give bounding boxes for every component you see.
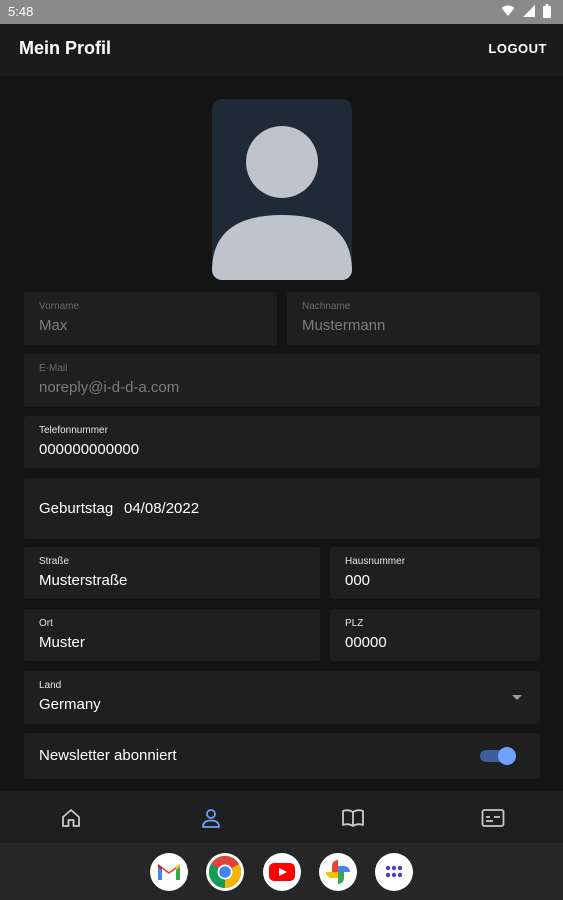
status-icons xyxy=(501,4,551,18)
ort-value: Muster xyxy=(39,634,85,651)
telefon-label: Telefonnummer xyxy=(39,425,108,436)
nav-home[interactable] xyxy=(58,805,84,831)
gmail-icon xyxy=(158,864,180,880)
toggle-thumb xyxy=(498,747,516,765)
bottom-navigation xyxy=(0,791,563,843)
nav-terminal[interactable] xyxy=(480,805,506,831)
signal-icon xyxy=(523,5,535,17)
newsletter-toggle[interactable] xyxy=(480,747,516,765)
launcher-dock xyxy=(0,843,563,900)
status-time: 5:48 xyxy=(8,4,34,19)
profile-content[interactable]: Vorname Max Nachname Mustermann E-Mail n… xyxy=(0,76,563,791)
newsletter-row[interactable]: Newsletter abonniert xyxy=(24,733,540,779)
plz-label: PLZ xyxy=(345,618,364,629)
nav-profile[interactable] xyxy=(198,805,224,831)
nav-book[interactable] xyxy=(340,805,366,831)
terminal-card-icon xyxy=(481,809,505,827)
strasse-value: Musterstraße xyxy=(39,572,128,589)
person-silhouette-icon xyxy=(212,126,352,280)
logout-button[interactable]: LOGOUT xyxy=(488,41,547,56)
avatar[interactable] xyxy=(212,99,352,280)
app-drawer-button[interactable] xyxy=(375,853,413,891)
land-value: Germany xyxy=(39,696,101,713)
app-drawer-icon xyxy=(385,865,403,878)
status-bar: 5:48 xyxy=(0,0,563,24)
telefon-value: 000000000000 xyxy=(39,441,140,458)
battery-icon xyxy=(543,4,551,18)
newsletter-label: Newsletter abonniert xyxy=(39,747,177,764)
dropdown-arrow-icon xyxy=(512,695,522,700)
plz-field[interactable]: PLZ 00000 xyxy=(330,609,540,661)
plz-value: 00000 xyxy=(345,634,387,651)
vorname-field[interactable]: Vorname Max xyxy=(24,292,277,345)
geburtstag-value: 04/08/2022 xyxy=(124,500,200,517)
chrome-app[interactable] xyxy=(206,853,244,891)
land-label: Land xyxy=(39,680,62,691)
email-field[interactable]: E-Mail noreply@i-d-d-a.com xyxy=(24,354,540,407)
app-bar: Mein Profil LOGOUT xyxy=(0,24,563,76)
hausnummer-field[interactable]: Hausnummer 000 xyxy=(330,547,540,599)
gmail-app[interactable] xyxy=(150,853,188,891)
nachname-field[interactable]: Nachname Mustermann xyxy=(287,292,540,345)
youtube-app[interactable] xyxy=(263,853,301,891)
geburtstag-label: Geburtstag xyxy=(39,500,114,517)
land-dropdown[interactable]: Land Germany xyxy=(24,671,540,724)
hausnummer-label: Hausnummer xyxy=(345,556,406,567)
nachname-label: Nachname xyxy=(302,301,351,312)
email-value: noreply@i-d-d-a.com xyxy=(39,379,180,396)
telefon-field[interactable]: Telefonnummer 000000000000 xyxy=(24,416,540,468)
profile-icon xyxy=(202,809,220,828)
home-icon xyxy=(62,809,80,827)
nachname-value: Mustermann xyxy=(302,317,386,334)
page-title: Mein Profil xyxy=(19,38,112,58)
vorname-value: Max xyxy=(39,317,68,334)
chrome-icon xyxy=(208,855,242,889)
strasse-field[interactable]: Straße Musterstraße xyxy=(24,547,320,599)
email-label: E-Mail xyxy=(39,363,68,374)
ort-field[interactable]: Ort Muster xyxy=(24,609,320,661)
vorname-label: Vorname xyxy=(39,301,80,312)
hausnummer-value: 000 xyxy=(345,572,371,589)
photos-app[interactable] xyxy=(319,853,357,891)
geburtstag-field[interactable]: Geburtstag 04/08/2022 xyxy=(24,478,540,539)
book-icon xyxy=(342,809,364,827)
photos-icon xyxy=(326,860,350,884)
strasse-label: Straße xyxy=(39,556,70,567)
ort-label: Ort xyxy=(39,618,53,629)
youtube-icon xyxy=(269,863,295,881)
wifi-icon xyxy=(501,5,515,16)
